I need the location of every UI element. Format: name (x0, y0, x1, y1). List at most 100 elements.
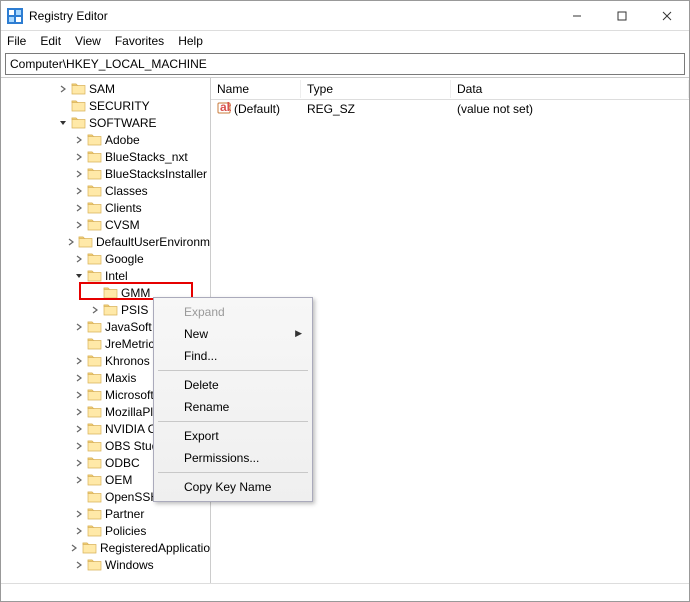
folder-icon (87, 490, 102, 503)
header-type[interactable]: Type (301, 80, 451, 98)
folder-icon (87, 439, 102, 452)
chevron-right-icon[interactable] (71, 527, 87, 535)
chevron-right-icon[interactable] (71, 187, 87, 195)
tree-item-label: Partner (105, 507, 144, 521)
chevron-right-icon[interactable] (71, 153, 87, 161)
tree-item-security[interactable]: SECURITY (1, 97, 210, 114)
chevron-right-icon[interactable] (71, 408, 87, 416)
tree-item-classes[interactable]: Classes (1, 182, 210, 199)
chevron-right-icon[interactable] (71, 357, 87, 365)
chevron-right-icon[interactable] (64, 238, 78, 246)
folder-icon (87, 133, 102, 146)
tree-item-sam[interactable]: SAM (1, 80, 210, 97)
ctx-delete[interactable]: Delete (156, 374, 310, 396)
tree-item-defaultuserenv[interactable]: DefaultUserEnvironm (1, 233, 210, 250)
tree-item-cvsm[interactable]: CVSM (1, 216, 210, 233)
tree-item-label: JavaSoft (105, 320, 152, 334)
ctx-rename[interactable]: Rename (156, 396, 310, 418)
chevron-down-icon[interactable] (71, 272, 87, 280)
window-title: Registry Editor (29, 9, 554, 23)
ctx-permissions[interactable]: Permissions... (156, 447, 310, 469)
chevron-right-icon[interactable] (71, 510, 87, 518)
ctx-expand[interactable]: Expand (156, 301, 310, 323)
header-data[interactable]: Data (451, 80, 689, 98)
ctx-find[interactable]: Find... (156, 345, 310, 367)
tree-item-bluestacksinstaller[interactable]: BlueStacksInstaller (1, 165, 210, 182)
folder-icon (87, 218, 102, 231)
tree-item-label: Intel (105, 269, 128, 283)
tree-item-bluestacks_nxt[interactable]: BlueStacks_nxt (1, 148, 210, 165)
folder-icon (87, 184, 102, 197)
folder-icon (71, 82, 86, 95)
menu-edit[interactable]: Edit (40, 34, 61, 48)
chevron-right-icon[interactable] (71, 323, 87, 331)
tree-item-software[interactable]: SOFTWARE (1, 114, 210, 131)
folder-icon (78, 235, 93, 248)
folder-icon (103, 286, 118, 299)
folder-icon (71, 99, 86, 112)
value-data: (value not set) (451, 102, 689, 116)
menu-help[interactable]: Help (178, 34, 203, 48)
folder-icon (87, 456, 102, 469)
menu-file[interactable]: File (7, 34, 26, 48)
chevron-right-icon[interactable] (71, 170, 87, 178)
app-icon (7, 8, 23, 24)
tree-item-policies[interactable]: Policies (1, 522, 210, 539)
svg-text:ab: ab (220, 101, 231, 114)
tree-item-label: Policies (105, 524, 146, 538)
menu-favorites[interactable]: Favorites (115, 34, 164, 48)
chevron-right-icon[interactable] (55, 85, 71, 93)
ctx-copy-key-name[interactable]: Copy Key Name (156, 476, 310, 498)
chevron-right-icon[interactable] (71, 136, 87, 144)
chevron-right-icon[interactable] (67, 544, 82, 552)
chevron-right-icon[interactable] (87, 306, 103, 314)
chevron-right-icon[interactable] (71, 374, 87, 382)
value-icon: ab (217, 101, 231, 118)
chevron-right-icon[interactable] (71, 204, 87, 212)
chevron-right-icon[interactable] (71, 476, 87, 484)
ctx-separator (158, 370, 308, 371)
title-bar: Registry Editor (1, 1, 689, 31)
folder-icon (87, 252, 102, 265)
ctx-separator (158, 472, 308, 473)
tree-item-windows[interactable]: Windows (1, 556, 210, 573)
tree-item-google[interactable]: Google (1, 250, 210, 267)
tree-item-label: Google (105, 252, 144, 266)
chevron-right-icon[interactable] (71, 561, 87, 569)
tree-item-intel[interactable]: Intel (1, 267, 210, 284)
folder-icon (87, 524, 102, 537)
address-bar[interactable]: Computer\HKEY_LOCAL_MACHINE (5, 53, 685, 75)
maximize-button[interactable] (599, 1, 644, 31)
header-name[interactable]: Name (211, 80, 301, 98)
folder-icon (87, 371, 102, 384)
close-button[interactable] (644, 1, 689, 31)
chevron-down-icon[interactable] (55, 119, 71, 127)
ctx-new[interactable]: New▶ (156, 323, 310, 345)
tree-item-label: SECURITY (89, 99, 150, 113)
context-menu: Expand New▶ Find... Delete Rename Export… (153, 297, 313, 502)
tree-item-label: BlueStacksInstaller (105, 167, 207, 181)
folder-icon (87, 388, 102, 401)
menu-bar: File Edit View Favorites Help (1, 31, 689, 51)
folder-icon (87, 422, 102, 435)
tree-item-adobe[interactable]: Adobe (1, 131, 210, 148)
menu-view[interactable]: View (75, 34, 101, 48)
tree-item-clients[interactable]: Clients (1, 199, 210, 216)
folder-icon (87, 405, 102, 418)
tree-item-label: Microsoft (105, 388, 154, 402)
tree-item-partner[interactable]: Partner (1, 505, 210, 522)
chevron-right-icon[interactable] (71, 442, 87, 450)
chevron-right-icon[interactable] (71, 255, 87, 263)
value-name: (Default) (234, 102, 280, 116)
chevron-right-icon[interactable] (71, 425, 87, 433)
tree-item-registeredapp[interactable]: RegisteredApplicatio (1, 539, 210, 556)
ctx-export[interactable]: Export (156, 425, 310, 447)
chevron-right-icon[interactable] (71, 221, 87, 229)
folder-icon (87, 269, 102, 282)
tree-item-label: RegisteredApplicatio (100, 541, 210, 555)
tree-item-label: BlueStacks_nxt (105, 150, 188, 164)
chevron-right-icon[interactable] (71, 459, 87, 467)
chevron-right-icon[interactable] (71, 391, 87, 399)
minimize-button[interactable] (554, 1, 599, 31)
list-row[interactable]: ab (Default) REG_SZ (value not set) (211, 100, 689, 118)
